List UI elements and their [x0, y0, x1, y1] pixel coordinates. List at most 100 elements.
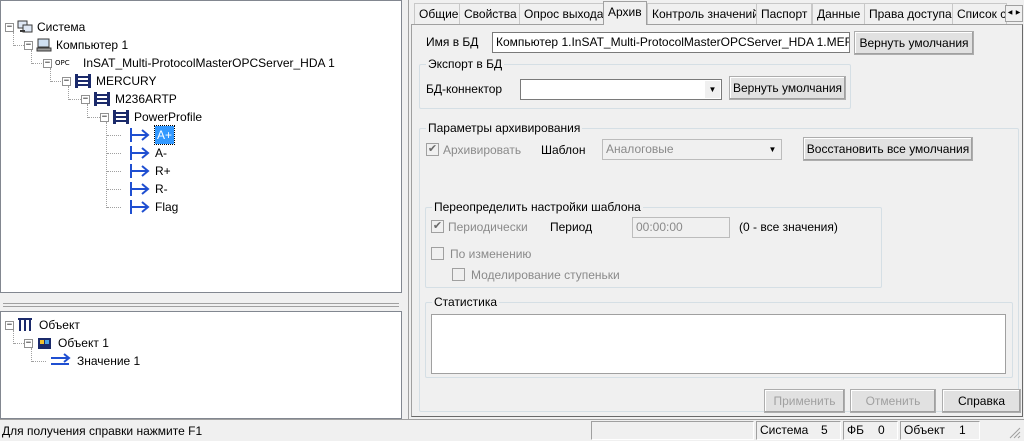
- tree-line: [107, 171, 121, 172]
- bottom-tree-panel[interactable]: − Объект − Объект 1 Значение 1: [0, 311, 402, 419]
- chevron-down-icon[interactable]: ▼: [705, 81, 720, 98]
- tree-item-label: R+: [155, 164, 171, 178]
- collapse-toggle[interactable]: −: [62, 76, 71, 86]
- chevron-down-icon[interactable]: ▼: [765, 141, 780, 158]
- tab-label: Опрос выхода: [524, 7, 604, 21]
- step-model-checkbox-label: Моделирование ступеньки: [471, 268, 620, 282]
- object-group-icon: [18, 318, 32, 331]
- status-object-count: 1: [959, 423, 966, 437]
- tab-data[interactable]: Данные: [812, 3, 866, 24]
- template-value: Аналоговые: [606, 142, 674, 156]
- tree-item-a-plus[interactable]: A+: [121, 125, 176, 145]
- template-label: Шаблон: [541, 143, 586, 157]
- arrow-signal-icon: [130, 164, 150, 178]
- db-connector-select[interactable]: ▼: [520, 79, 722, 100]
- tab-output-polling[interactable]: Опрос выхода: [519, 3, 609, 24]
- device-icon: [94, 92, 110, 106]
- status-divider: [0, 419, 1024, 420]
- group-title: Переопределить настройки шаблона: [432, 200, 643, 214]
- properties-pane: Общие Свойства Опрос выхода Архив Контро…: [408, 0, 1024, 420]
- tree-item-object-1[interactable]: − Объект 1: [24, 334, 109, 352]
- tree-item-label: M236ARTP: [115, 92, 177, 106]
- tree-item-opc-server[interactable]: − OPC InSAT_Multi-ProtocolMasterOPCServe…: [43, 54, 335, 72]
- status-system-cell: Система 5: [756, 421, 841, 440]
- tab-passport[interactable]: Паспорт: [756, 3, 813, 24]
- collapse-toggle[interactable]: −: [5, 22, 14, 32]
- export-reset-button[interactable]: Вернуть умолчания: [729, 76, 846, 100]
- on-change-checkbox-label: По изменению: [450, 247, 532, 261]
- help-button[interactable]: Справка: [942, 389, 1021, 413]
- archive-checkbox[interactable]: ✔: [426, 143, 439, 156]
- period-field[interactable]: 00:00:00: [632, 217, 730, 238]
- tab-list[interactable]: Список с: [952, 3, 1007, 24]
- template-select[interactable]: Аналоговые ▼: [602, 139, 782, 160]
- status-fb-cell: ФБ 0: [843, 421, 898, 440]
- group-title: Статистика: [432, 295, 500, 309]
- arrow-signal-icon: [130, 128, 150, 142]
- cancel-button[interactable]: Отменить: [850, 389, 936, 413]
- tree-line: [69, 99, 81, 100]
- tab-label: Контроль значений: [652, 7, 759, 21]
- tree-item-label: Система: [37, 20, 86, 34]
- tree-item-r-minus[interactable]: R-: [121, 180, 168, 198]
- tree-item-value-1[interactable]: Значение 1: [47, 352, 140, 370]
- tab-value-control[interactable]: Контроль значений: [647, 3, 764, 24]
- collapse-toggle[interactable]: −: [100, 112, 109, 122]
- db-name-field[interactable]: Компьютер 1.InSAT_Multi-ProtocolMasterOP…: [492, 32, 850, 53]
- scroll-right-icon[interactable]: ▶: [1014, 6, 1022, 21]
- tree-item-r-plus[interactable]: R+: [121, 162, 171, 180]
- archive-checkbox-label: Архивировать: [443, 143, 522, 157]
- period-label: Период: [550, 220, 593, 234]
- tab-access-rights[interactable]: Права доступа: [864, 3, 957, 24]
- arrow-signal-icon: [130, 146, 150, 160]
- periodic-checkbox-label: Периодически: [448, 220, 528, 234]
- tree-item-a-minus[interactable]: A-: [121, 144, 167, 162]
- periodic-checkbox[interactable]: ✔: [431, 220, 444, 233]
- tree-item-computer-1[interactable]: − Компьютер 1: [24, 36, 128, 54]
- value-link-icon: [51, 353, 71, 365]
- group-title: Параметры архивирования: [426, 121, 583, 135]
- scroll-left-icon[interactable]: ◀: [1006, 6, 1014, 21]
- tree-item-label: Значение 1: [77, 354, 141, 368]
- tree-line: [107, 135, 121, 136]
- object-icon: [38, 338, 51, 349]
- pane-splitter[interactable]: [0, 301, 402, 310]
- opc-server-icon: OPC: [55, 59, 70, 67]
- collapse-toggle[interactable]: −: [5, 320, 14, 330]
- tree-line: [14, 45, 24, 46]
- restore-all-defaults-button[interactable]: Восстановить все умолчания: [803, 137, 973, 161]
- collapse-toggle[interactable]: −: [81, 94, 90, 104]
- tree-item-m236artp[interactable]: − M236ARTP: [81, 90, 177, 108]
- tab-properties[interactable]: Свойства: [459, 3, 522, 24]
- arrow-signal-icon: [130, 182, 150, 196]
- tab-general[interactable]: Общие: [414, 3, 464, 24]
- tab-label: Архив: [608, 5, 642, 19]
- top-tree-panel[interactable]: − Система − Компьютер 1 − OPC InSAT_Mult…: [0, 0, 402, 293]
- computer-icon: [36, 38, 52, 52]
- status-hint: Для получения справки нажмите F1: [2, 424, 203, 438]
- tree-item-powerprofile[interactable]: − PowerProfile: [100, 108, 202, 126]
- period-hint: (0 - все значения): [739, 220, 838, 234]
- db-connector-label: БД-коннектор: [426, 82, 503, 96]
- tree-item-label: Объект: [39, 318, 80, 332]
- collapse-toggle[interactable]: −: [24, 338, 33, 348]
- on-change-checkbox[interactable]: [431, 247, 444, 260]
- tree-item-flag[interactable]: Flag: [121, 198, 178, 216]
- resize-grip-icon[interactable]: [1008, 426, 1021, 439]
- status-system-count: 5: [821, 423, 828, 437]
- tree-item-system[interactable]: − Система: [5, 18, 85, 36]
- tree-item-object-root[interactable]: − Объект: [5, 316, 80, 334]
- status-system-label: Система: [760, 423, 809, 437]
- tree-item-label: InSAT_Multi-ProtocolMasterOPCServer_HDA …: [83, 56, 335, 70]
- status-object-label: Объект: [904, 423, 945, 437]
- db-name-reset-button[interactable]: Вернуть умолчания: [854, 31, 974, 55]
- tab-scroll-control[interactable]: ◀ ▶: [1005, 5, 1023, 22]
- tab-archive[interactable]: Архив: [603, 1, 647, 25]
- apply-button[interactable]: Применить: [764, 389, 845, 413]
- status-empty-cell: [591, 421, 754, 440]
- tree-item-label: MERCURY: [96, 74, 157, 88]
- tree-item-mercury[interactable]: − MERCURY: [62, 72, 156, 90]
- collapse-toggle[interactable]: −: [43, 58, 52, 68]
- collapse-toggle[interactable]: −: [24, 40, 33, 50]
- step-model-checkbox[interactable]: [452, 268, 465, 281]
